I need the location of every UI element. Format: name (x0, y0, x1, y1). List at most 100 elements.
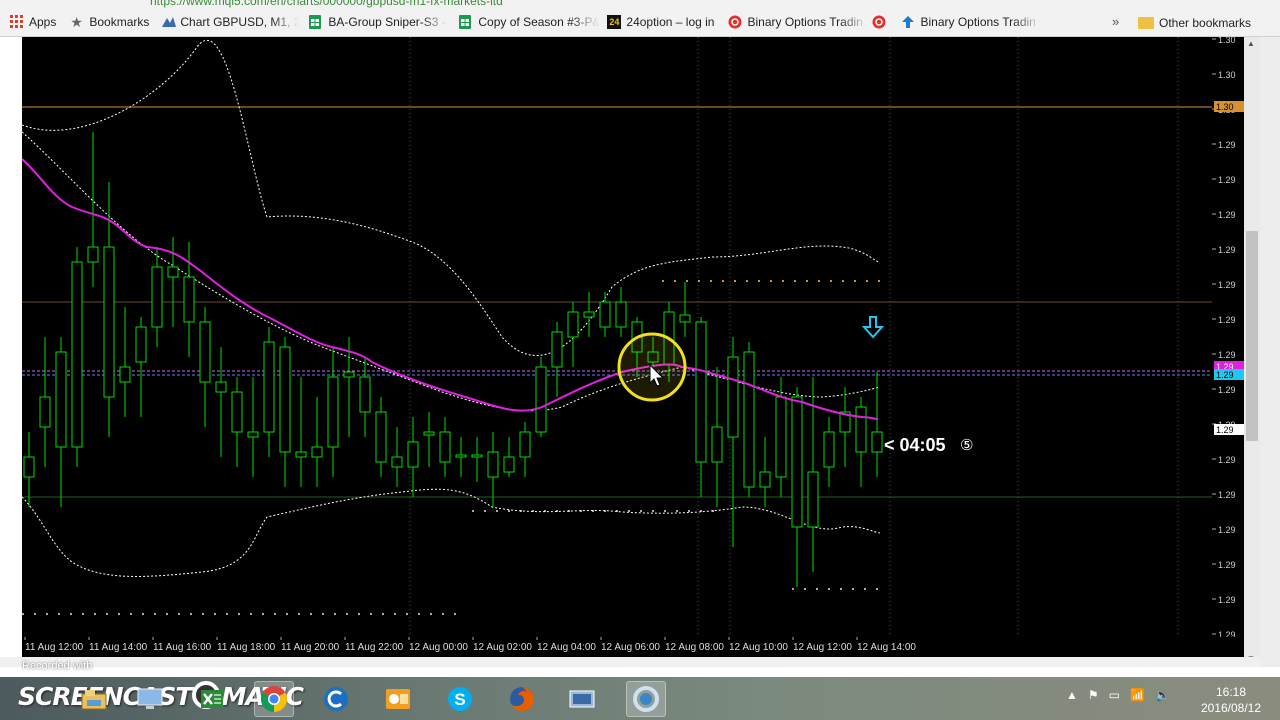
candlestick-chart[interactable]: < 04:05 ⑤ (21, 37, 1212, 637)
candle (855, 397, 867, 487)
vertical-scrollbar[interactable]: ▲ ▼ (1244, 37, 1260, 665)
bookmark-bookmarks[interactable]: ★ Bookmarks (70, 15, 149, 29)
candle-body (727, 356, 739, 438)
candle (823, 417, 835, 487)
down-arrow-icon (861, 316, 885, 339)
candle (583, 292, 595, 337)
bookmarks-bar: Apps ★ Bookmarks Chart GBPUSD, M1, 20 BA… (0, 8, 1280, 37)
taskbar-firefox-icon[interactable] (502, 681, 542, 717)
candle (487, 432, 499, 507)
system-tray: ▲ ⚑ ▭ 📶 🔈 (1066, 688, 1180, 702)
candle (71, 247, 83, 467)
candle-body (503, 456, 515, 473)
bookmark-label: Copy of Season #3-P& (478, 15, 600, 29)
binary-options-icon (872, 15, 886, 29)
folder-icon (1138, 16, 1154, 29)
screen: https://www.mql5.com/en/charts/000000/gb… (0, 0, 1280, 720)
tray-volume-icon[interactable]: 🔈 (1155, 688, 1170, 702)
address-bar[interactable]: https://www.mql5.com/en/charts/000000/gb… (0, 0, 1280, 8)
candle-body (151, 266, 163, 328)
candle-body (535, 366, 547, 433)
chart-area[interactable]: < 04:05 ⑤ (21, 37, 1212, 637)
candle (55, 337, 67, 507)
candle-body (199, 321, 211, 383)
candle (359, 357, 371, 437)
sheets-icon (309, 15, 323, 29)
candle-body (519, 431, 531, 458)
candle-body (359, 376, 371, 413)
candle-body (471, 454, 483, 458)
candle-body (375, 411, 387, 463)
tray-battery-icon[interactable]: ▭ (1109, 688, 1120, 702)
tray-signal-icon[interactable]: 📶 (1130, 688, 1145, 702)
candle-body (343, 371, 355, 378)
apps-grid-icon (10, 15, 24, 29)
bookmark-binary-options-2[interactable] (872, 15, 891, 29)
bookmark-label: Bookmarks (89, 15, 150, 29)
bookmark-copy-season[interactable]: Copy of Season #3-P& (459, 15, 599, 29)
candle (39, 337, 51, 467)
candle-body (295, 451, 307, 458)
candle (535, 357, 547, 437)
bookmark-label: Chart GBPUSD, M1, 20 (180, 15, 300, 29)
candle (327, 347, 339, 477)
candle (295, 377, 307, 487)
taskbar-monitor-icon[interactable] (130, 681, 170, 717)
bookmark-chart-gbpusd[interactable]: Chart GBPUSD, M1, 20 (161, 15, 299, 29)
taskbar-chrome-icon[interactable] (254, 681, 294, 717)
bookmark-binary-options-1[interactable]: Binary Options Tradin (728, 15, 868, 29)
bookmark-ba-group[interactable]: BA-Group Sniper-S3 - (309, 15, 449, 29)
taskbar-clock[interactable]: 16:18 2016/08/12 (1196, 684, 1266, 716)
bookmark-label: Apps (29, 15, 57, 29)
window-edge (1260, 37, 1280, 667)
candle (503, 437, 515, 477)
time-tick-label: 11 Aug 18:00 (217, 642, 276, 653)
taskbar-screencast-icon[interactable] (626, 681, 666, 717)
candle (423, 412, 435, 467)
bookmark-24option[interactable]: 24 24option – log in (607, 15, 714, 29)
candle (839, 387, 851, 467)
bookmark-apps[interactable]: Apps (10, 15, 56, 29)
price-tick-label: 1.29 (1218, 630, 1236, 637)
price-tick-label: 1.29 (1218, 210, 1236, 220)
price-scale: 1.30 1.30 1.30 1.29 1.29 1.29 1.29 1.29 1.29 1.29… (1212, 35, 1244, 640)
candles (23, 132, 883, 587)
time-tick-label: 11 Aug 14:00 (89, 642, 148, 653)
time-scale: 11 Aug 12:00 11 Aug 14:00 11 Aug 16:00 11 A… (24, 637, 916, 653)
tray-flag-icon[interactable]: ⚑ (1088, 688, 1099, 702)
other-bookmarks[interactable]: Other bookmarks (1138, 8, 1251, 37)
taskbar-explorer-icon[interactable] (74, 681, 114, 717)
candle-body (407, 441, 419, 468)
bookmark-label: BA-Group Sniper-S3 - (328, 15, 446, 29)
taskbar-skype-icon[interactable]: S (440, 681, 480, 717)
candle-body (695, 321, 707, 463)
candle-body (599, 301, 611, 328)
scroll-up-icon[interactable]: ▲ (1247, 39, 1255, 48)
taskbar-outlook-icon[interactable] (378, 681, 418, 717)
candle-body (167, 266, 179, 278)
candle-body (279, 346, 291, 453)
bookmark-binary-options-3[interactable]: Binary Options Tradin (901, 15, 1041, 29)
taskbar-network-icon[interactable] (562, 681, 602, 717)
time-tick-label: 12 Aug 02:00 (473, 642, 532, 653)
candle-body (791, 396, 803, 528)
candle (151, 247, 163, 347)
price-axis: 1.30 1.30 1.30 1.29 1.29 1.29 1.29 1.29 1.29 1.29… (1212, 35, 1244, 640)
time-tick-label: 12 Aug 00:00 (409, 642, 468, 653)
candle (471, 437, 483, 482)
candle-body (71, 261, 83, 448)
candle (199, 307, 211, 427)
price-tick-label: 1.30 (1218, 70, 1236, 80)
candle (551, 322, 563, 397)
candle-body (55, 351, 67, 448)
svg-text:S: S (454, 690, 465, 709)
candle-body (135, 326, 147, 363)
scroll-thumb[interactable] (1246, 231, 1258, 441)
price-tick-label: 1.29 (1218, 525, 1236, 535)
candle-body (743, 351, 755, 488)
tray-expand-icon[interactable]: ▲ (1066, 688, 1078, 702)
taskbar-ccleaner-icon[interactable] (316, 681, 356, 717)
bookmarks-overflow-button[interactable]: » (1112, 14, 1119, 29)
candle (263, 327, 275, 457)
taskbar-excel-icon[interactable] (192, 681, 232, 717)
